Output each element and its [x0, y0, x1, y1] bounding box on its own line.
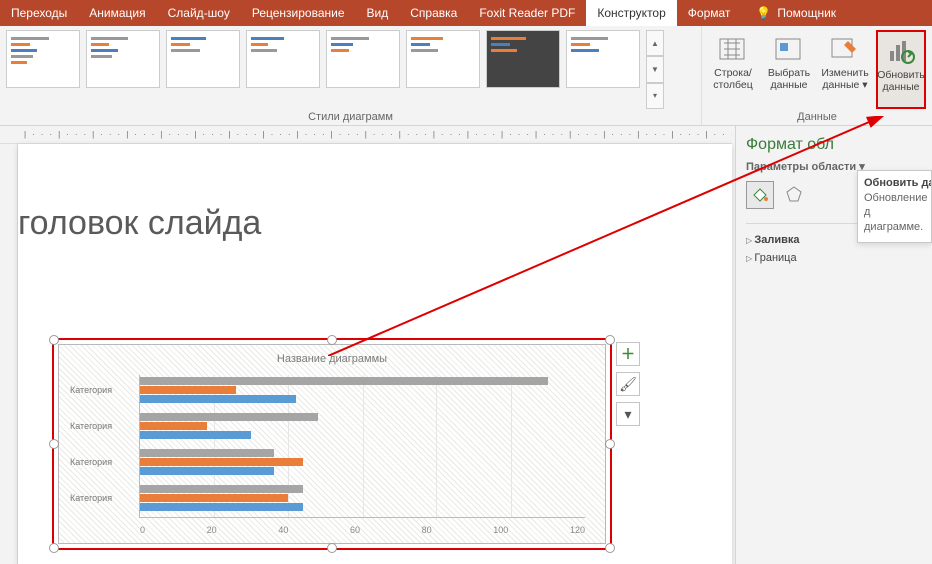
chart-style-8[interactable] — [566, 30, 640, 88]
edit-data-icon — [828, 32, 862, 66]
style-nav-more[interactable]: ▾ — [646, 83, 664, 109]
chart-elements-button[interactable]: ＋ — [616, 342, 640, 366]
tab-animation[interactable]: Анимация — [78, 0, 156, 26]
tab-view[interactable]: Вид — [356, 0, 400, 26]
plus-icon: ＋ — [621, 344, 635, 364]
resize-handle[interactable] — [49, 543, 59, 553]
resize-handle[interactable] — [605, 335, 615, 345]
switch-row-column-button[interactable]: Строка/ столбец — [708, 30, 758, 109]
select-data-icon — [772, 32, 806, 66]
x-axis: 0 20 40 60 80 100 120 — [140, 525, 585, 535]
category-label: Категория — [70, 493, 130, 503]
format-pane-title: Формат обл — [746, 136, 922, 154]
resize-handle[interactable] — [327, 335, 337, 345]
style-nav-up[interactable]: ▲ — [646, 30, 664, 56]
edit-data-button[interactable]: Изменить данные ▾ — [820, 30, 870, 109]
resize-handle[interactable] — [605, 439, 615, 449]
category-label: Категория — [70, 421, 130, 431]
chart-style-3[interactable] — [166, 30, 240, 88]
tab-review[interactable]: Рецензирование — [241, 0, 356, 26]
tab-design[interactable]: Конструктор — [586, 0, 676, 26]
border-section[interactable]: Граница — [746, 252, 922, 264]
chart-style-6[interactable] — [406, 30, 480, 88]
tab-foxit[interactable]: Foxit Reader PDF — [468, 0, 586, 26]
select-data-button[interactable]: Выбрать данные — [764, 30, 814, 109]
chart-plot-area[interactable]: Категория Категория Категория Категория — [139, 375, 585, 518]
chart-style-4[interactable] — [246, 30, 320, 88]
effects-tab[interactable] — [780, 181, 808, 209]
horizontal-ruler: |···|···|···|···|···|···|···|···|···|···… — [0, 126, 732, 144]
tab-format[interactable]: Формат — [677, 0, 742, 26]
style-nav-down[interactable]: ▼ — [646, 56, 664, 82]
refresh-data-icon — [884, 34, 918, 68]
tab-help[interactable]: Справка — [399, 0, 468, 26]
pentagon-icon — [784, 185, 804, 205]
tell-me-label: Помощник — [777, 6, 836, 20]
style-gallery-nav: ▲ ▼ ▾ — [646, 30, 664, 109]
resize-handle[interactable] — [49, 439, 59, 449]
chart-style-7[interactable] — [486, 30, 560, 88]
tab-transitions[interactable]: Переходы — [0, 0, 78, 26]
tell-me[interactable]: 💡 Помощник — [745, 0, 847, 26]
chart-style-1[interactable] — [6, 30, 80, 88]
vertical-ruler — [0, 144, 18, 564]
slide-title-fragment[interactable]: головок слайда — [18, 204, 261, 243]
group-chart-styles: ▲ ▼ ▾ Стили диаграмм — [0, 26, 702, 125]
lightbulb-icon: 💡 — [756, 6, 771, 20]
group-data: Строка/ столбец Выбрать данные Изменить … — [702, 26, 932, 125]
chart-styles-button[interactable]: 🖌 — [616, 372, 640, 396]
chart-style-5[interactable] — [326, 30, 400, 88]
chart-style-2[interactable] — [86, 30, 160, 88]
funnel-icon: ▾ — [624, 406, 631, 423]
switch-row-column-icon — [716, 32, 750, 66]
tooltip-refresh-data: Обновить да Обновление д диаграмме. — [857, 170, 932, 243]
category-label: Категория — [70, 385, 130, 395]
chart-object[interactable]: Название диаграммы Категория Категория К — [58, 344, 606, 544]
resize-handle[interactable] — [327, 543, 337, 553]
ribbon-tabs: Переходы Анимация Слайд-шоу Рецензирован… — [0, 0, 932, 26]
tab-slideshow[interactable]: Слайд-шоу — [157, 0, 241, 26]
chart-title[interactable]: Название диаграммы — [59, 353, 605, 365]
refresh-data-button[interactable]: Обновить данные — [876, 30, 926, 109]
resize-handle[interactable] — [49, 335, 59, 345]
chart-quick-tools: ＋ 🖌 ▾ — [616, 342, 640, 426]
group-data-label: Данные — [708, 109, 926, 123]
ribbon-body: ▲ ▼ ▾ Стили диаграмм Строка/ столбец Выб… — [0, 26, 932, 126]
paint-bucket-icon — [750, 185, 770, 205]
chart-filters-button[interactable]: ▾ — [616, 402, 640, 426]
group-styles-label: Стили диаграмм — [6, 109, 695, 123]
fill-line-tab[interactable] — [746, 181, 774, 209]
chart-object-selection[interactable]: Название диаграммы Категория Категория К — [52, 338, 612, 550]
category-label: Категория — [70, 457, 130, 467]
resize-handle[interactable] — [605, 543, 615, 553]
brush-icon: 🖌 — [619, 376, 637, 393]
